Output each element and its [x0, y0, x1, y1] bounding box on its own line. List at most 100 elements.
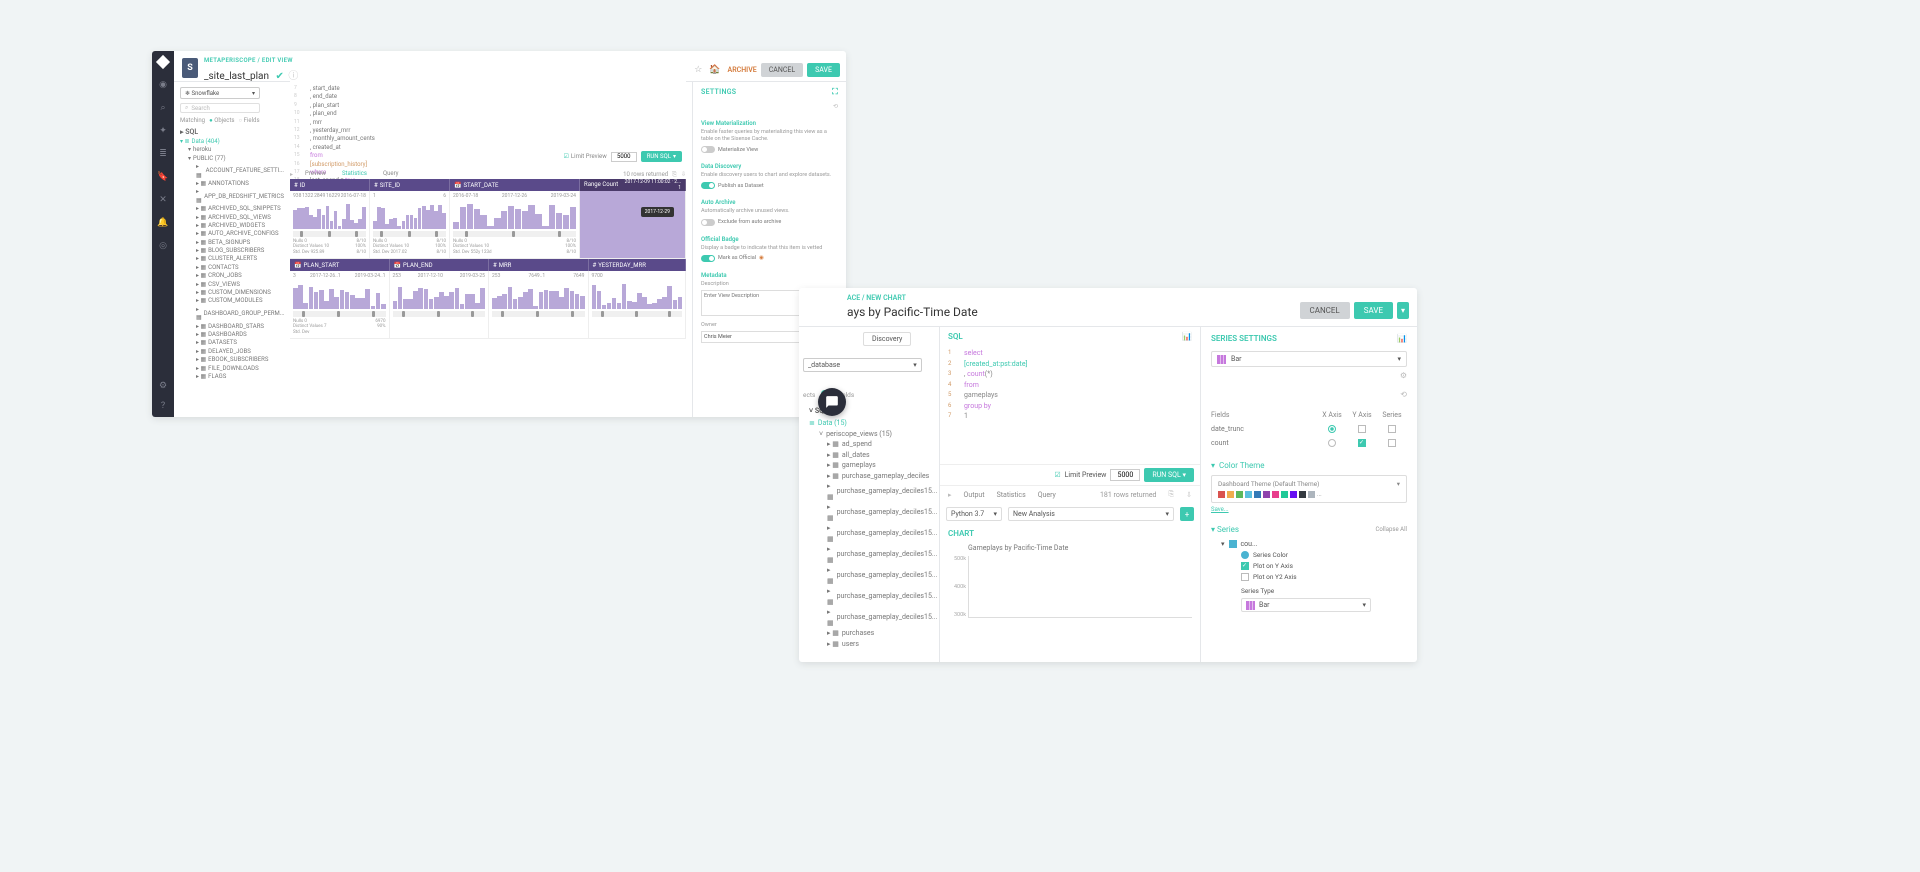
download-icon[interactable]: ⇩: [681, 171, 686, 178]
color-swatch[interactable]: [1272, 491, 1279, 498]
data-root[interactable]: ≣ Data (15): [803, 418, 935, 429]
tree-item[interactable]: ▸ ▦ ad_spend: [821, 439, 935, 450]
data-root[interactable]: ▾ ≣ Data (404): [180, 138, 284, 146]
column-header[interactable]: 📅PLAN_END: [390, 259, 490, 271]
copy-icon[interactable]: ⎘: [672, 171, 677, 179]
tree-item[interactable]: ▸ ▦ all_dates: [821, 450, 935, 461]
add-analysis-button[interactable]: +: [1180, 507, 1194, 521]
tree-item[interactable]: ▸ ▦ CONTACTS: [196, 264, 284, 272]
tree-item[interactable]: ▾ heroku: [188, 146, 284, 154]
tree-item[interactable]: ▸ ▦ BETA_SIGNUPS: [196, 239, 284, 247]
exclude-toggle[interactable]: Exclude from auto archive: [701, 219, 838, 226]
save-button[interactable]: SAVE: [1354, 302, 1393, 319]
tree-item[interactable]: ▸ ▦ DATASETS: [196, 339, 284, 347]
series-section-head[interactable]: ▾ Series: [1211, 525, 1239, 534]
save-dropdown[interactable]: ▾: [1397, 302, 1409, 319]
tree-item[interactable]: ▸ ▦ ACCOUNT_FEATURE_SETTI...: [196, 163, 284, 180]
tree-item[interactable]: ▸ ▦ purchase_gameplay_deciles15...: [821, 544, 935, 565]
tree-item[interactable]: ▸ ▦ gameplays: [821, 460, 935, 471]
tree-item[interactable]: ▸ ▦ DELAYED_JOBS: [196, 348, 284, 356]
home-icon[interactable]: ◉: [158, 80, 168, 90]
tree-item[interactable]: ▸ ▦ BLOG_SUBSCRIBERS: [196, 247, 284, 255]
limit-input[interactable]: [1110, 469, 1140, 481]
column-header[interactable]: #ID: [290, 179, 370, 191]
tree-item[interactable]: ▸ ▦ ANNOTATIONS: [196, 180, 284, 188]
series-checkbox[interactable]: [1388, 425, 1396, 433]
publish-toggle[interactable]: Publish as Dataset: [701, 182, 838, 189]
save-theme-link[interactable]: Save...: [1211, 506, 1407, 513]
tree-item[interactable]: ▾ PUBLIC (77): [188, 155, 284, 163]
tree-item[interactable]: ▸ ▦ purchase_gameplay_deciles15...: [821, 586, 935, 607]
run-sql-button[interactable]: RUN SQL ▾: [1144, 468, 1194, 482]
series-color-option[interactable]: Series Color: [1241, 551, 1407, 559]
bookmark-icon[interactable]: 🔖: [158, 172, 168, 182]
objects-toggle[interactable]: ● Objects: [209, 117, 234, 124]
tree-item[interactable]: ▸ ▦ CSV_VIEWS: [196, 281, 284, 289]
tree-item[interactable]: ▸ ▦ purchase_gameplay_deciles15...: [821, 502, 935, 523]
tree-item[interactable]: ▸ ▦ DASHBOARDS: [196, 331, 284, 339]
pin-icon[interactable]: ✦: [158, 126, 168, 136]
tree-item[interactable]: ▸ ▦ purchase_gameplay_deciles: [821, 471, 935, 482]
color-swatch[interactable]: [1308, 491, 1315, 498]
tree-item[interactable]: ▸ ▦ purchases: [821, 628, 935, 639]
database-select[interactable]: _database▾: [803, 358, 922, 372]
tree-item[interactable]: ▸ ▦ CUSTOM_MODULES: [196, 297, 284, 305]
tree-item[interactable]: ▸ ▦ EBOOK_SUBSCRIBERS: [196, 356, 284, 364]
limit-checkbox[interactable]: ☑: [1054, 471, 1060, 479]
color-swatch[interactable]: [1290, 491, 1297, 498]
x-radio[interactable]: [1328, 425, 1336, 433]
limit-checkbox[interactable]: ☑ Limit Preview: [563, 153, 606, 160]
chart-type-icon[interactable]: 📊: [1397, 334, 1407, 343]
tab-output[interactable]: Output: [964, 491, 985, 499]
tree-item[interactable]: ▸ ▦ CRON_JOBS: [196, 272, 284, 280]
analysis-select[interactable]: New Analysis▾: [1008, 507, 1174, 521]
series-item[interactable]: ▾ cou...: [1221, 540, 1407, 548]
color-swatch[interactable]: [1299, 491, 1306, 498]
chevron-icon[interactable]: ▸: [290, 171, 293, 178]
chevron-down-icon[interactable]: ▾: [1397, 480, 1400, 488]
cancel-button[interactable]: CANCEL: [1300, 302, 1350, 319]
x-radio[interactable]: [1328, 439, 1336, 447]
breadcrumb[interactable]: METAPERISCOPE / EDIT VIEW: [204, 57, 293, 64]
fields-toggle[interactable]: ○ Fields: [239, 117, 260, 124]
series-type-select[interactable]: Bar▾: [1241, 598, 1371, 612]
tree-item[interactable]: ▸ ▦ FLAGS: [196, 373, 284, 381]
breadcrumb[interactable]: ACE / NEW CHART: [847, 294, 906, 302]
history-icon[interactable]: ⟲: [1400, 390, 1407, 399]
source-select[interactable]: ❄ Snowflake▾: [180, 87, 260, 99]
color-swatch[interactable]: [1245, 491, 1252, 498]
column-header[interactable]: #SITE_ID: [370, 179, 450, 191]
shuffle-icon[interactable]: ✕: [158, 195, 168, 205]
chart-icon[interactable]: 📊: [1182, 332, 1192, 341]
home-small-icon[interactable]: 🏠: [709, 65, 720, 75]
tree-item[interactable]: ▸ ▦ CLUSTER_ALERTS: [196, 255, 284, 263]
color-theme-head[interactable]: ▾ Color Theme: [1211, 461, 1407, 470]
tree-item[interactable]: ▸ ▦ ARCHIVED_SQL_SNIPPETS: [196, 205, 284, 213]
plot-y-checkbox[interactable]: Plot on Y Axis: [1241, 562, 1407, 570]
help-icon[interactable]: ?: [158, 401, 168, 411]
more-swatches[interactable]: ...: [1317, 491, 1322, 498]
tab-discovery[interactable]: Discovery: [863, 332, 911, 346]
tree-item[interactable]: ▸ ▦ ARCHIVED_WIDGETS: [196, 222, 284, 230]
limit-input[interactable]: [611, 152, 637, 162]
y-checkbox[interactable]: [1358, 425, 1366, 433]
archive-button[interactable]: ARCHIVE: [728, 66, 757, 74]
data-icon[interactable]: ≣: [158, 149, 168, 159]
sql-editor[interactable]: 1select2 [created_at:pst:date]3 , count(…: [940, 344, 1200, 464]
plot-y2-checkbox[interactable]: Plot on Y2 Axis: [1241, 573, 1407, 581]
tree-item[interactable]: ▸ ▦ purchase_gameplay_deciles15...: [821, 481, 935, 502]
history-icon[interactable]: ⟲: [833, 103, 838, 110]
chat-icon[interactable]: [818, 388, 846, 416]
search-input[interactable]: ⌕Search: [180, 103, 260, 113]
tree-item[interactable]: ▸ ▦ CUSTOM_DIMENSIONS: [196, 289, 284, 297]
column-header[interactable]: #YESTERDAY_MRR: [589, 259, 687, 271]
tree-parent[interactable]: ˅ periscope_views (15): [813, 429, 935, 440]
color-swatch[interactable]: [1218, 491, 1225, 498]
tree-item[interactable]: ▸ ▦ DASHBOARD_GROUP_PERM...: [196, 306, 284, 323]
tree-item[interactable]: ▸ ▦ ARCHIVED_SQL_VIEWS: [196, 214, 284, 222]
sql-section-label[interactable]: ▸ SQL: [180, 128, 284, 136]
tab-query[interactable]: Query: [1038, 491, 1056, 499]
color-swatch[interactable]: [1263, 491, 1270, 498]
collapse-all-link[interactable]: Collapse All: [1376, 526, 1407, 533]
color-swatch[interactable]: [1281, 491, 1288, 498]
